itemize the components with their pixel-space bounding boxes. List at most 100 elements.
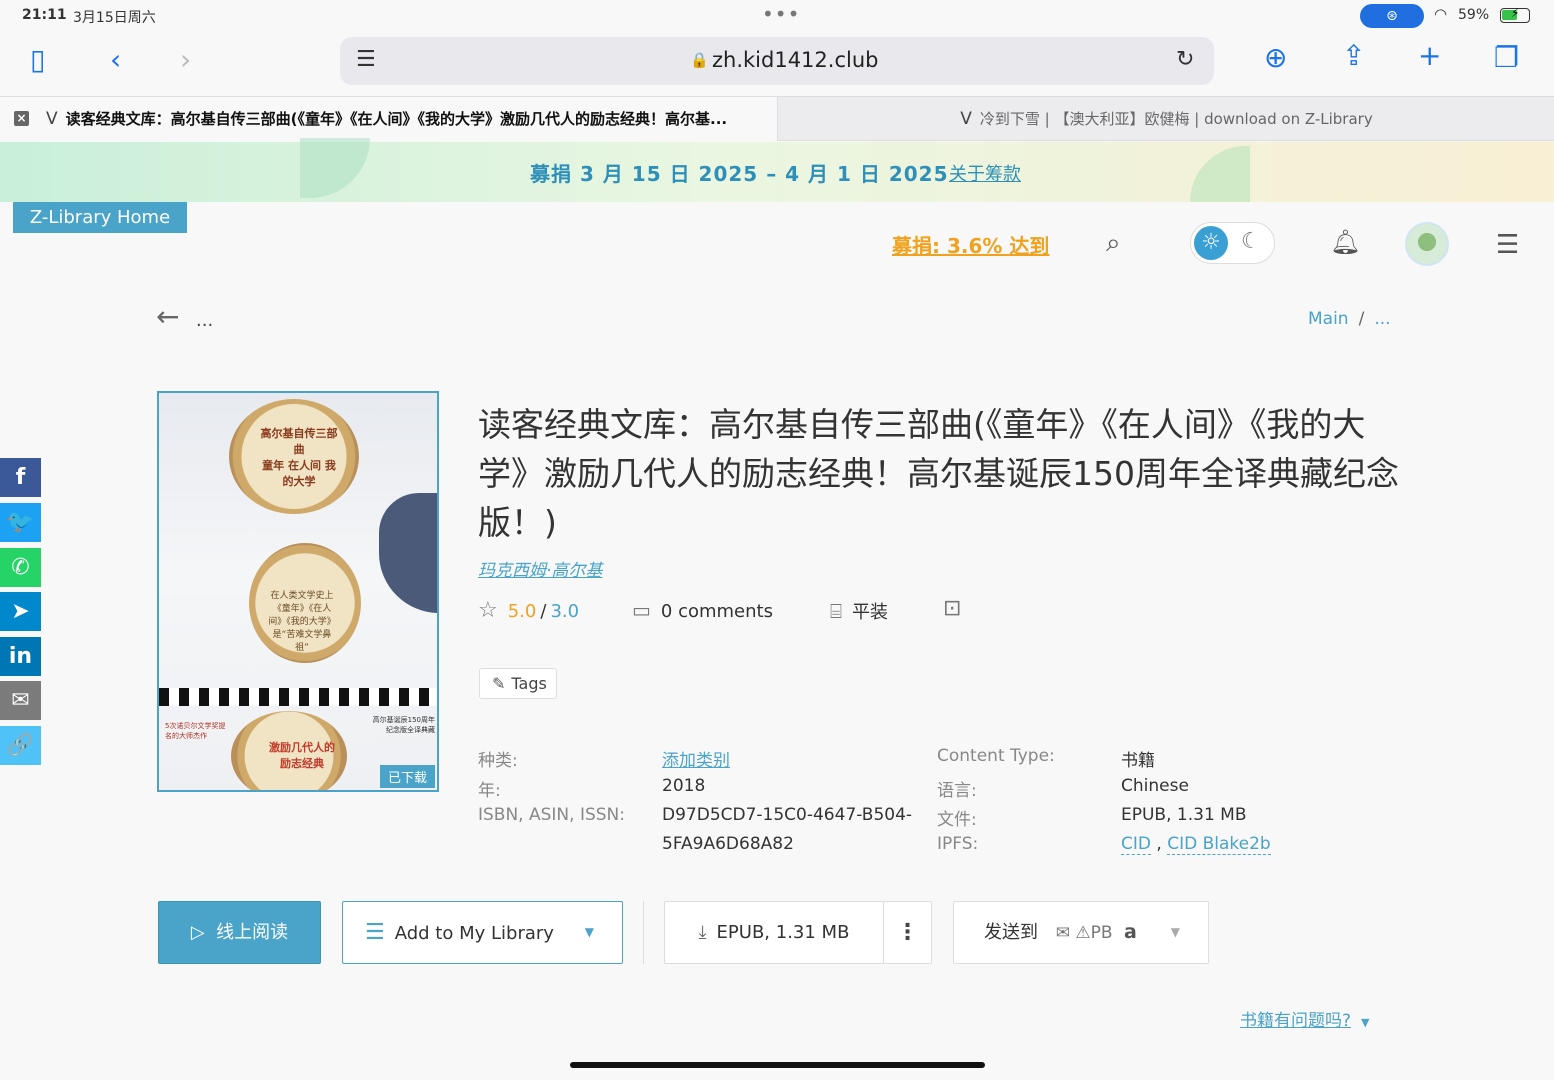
rating[interactable]: ☆ 5.0/3.0 [478, 598, 579, 623]
vpn-indicator-icon: ⊛ [1360, 4, 1424, 28]
library-icon: ☰ [365, 920, 385, 945]
download-label: EPUB, 1.31 MB [716, 922, 850, 943]
tabs-overview-icon[interactable]: ❐ [1494, 44, 1519, 72]
breadcrumb-current[interactable]: ... [1374, 309, 1390, 329]
battery-percentage: 59% [1458, 7, 1490, 23]
about-fundraising-link[interactable]: 关于筹款 [949, 160, 1021, 186]
rating-user: 5.0 [507, 601, 537, 622]
reload-icon[interactable]: ↻ [1176, 47, 1194, 72]
pencil-icon: ✎ [492, 674, 506, 693]
twitter-share-icon[interactable]: 🐦 [0, 503, 41, 542]
read-online-label: 线上阅读 [216, 922, 289, 943]
lock-icon: 🔒 [690, 51, 709, 69]
status-date: 3月15日周六 [73, 10, 156, 26]
ipfs-cid-link[interactable]: CID [1121, 834, 1151, 855]
tab-favicon: V [960, 109, 972, 129]
file-value: EPUB, 1.31 MB [1121, 805, 1247, 825]
cover-bottom-text: 激励几代人的励志经典 [269, 741, 335, 770]
binding-info: ⌸ 平装 [830, 598, 888, 624]
back-label[interactable]: ... [196, 310, 213, 331]
theme-toggle[interactable]: ☼ ☾ [1190, 222, 1275, 264]
add-to-library-button[interactable]: ☰ Add to My Library ▼ [342, 901, 623, 964]
breadcrumb-main[interactable]: Main [1308, 309, 1349, 329]
home-indicator[interactable] [570, 1062, 985, 1068]
pocketbook-icon: ⚠ [1075, 923, 1091, 943]
download-button[interactable]: ⤓ EPUB, 1.31 MB [664, 901, 884, 964]
tab-active[interactable]: × V 读客经典文库：高尔基自传三部曲(《童年》《在人间》《我的大学》激励几代人的… [0, 97, 778, 141]
linkedin-share-icon[interactable]: in [0, 637, 41, 676]
ipfs-blake2b-link[interactable]: CID Blake2b [1167, 834, 1271, 855]
email-icon: ✉ [1055, 923, 1070, 943]
content-type-label: Content Type: [937, 746, 1055, 766]
ipfs-links: CID , CID Blake2b [1121, 834, 1271, 855]
report-problem-link[interactable]: 书籍有问题吗? ▼ [1240, 1006, 1370, 1031]
tags-button[interactable]: ✎ Tags [479, 668, 557, 699]
status-time: 21:11 [22, 7, 67, 23]
whatsapp-share-icon[interactable]: ✆ [0, 548, 41, 587]
ipfs-separator: , [1156, 834, 1162, 854]
facebook-share-icon[interactable]: f [0, 458, 41, 497]
tags-label: Tags [511, 674, 547, 693]
more-options-button[interactable]: ⋮ [883, 901, 932, 964]
donation-dates: 募捐 3 月 15 日 2025 – 4 月 1 日 2025 [530, 162, 949, 186]
chevron-down-icon[interactable]: ▼ [585, 902, 594, 963]
back-arrow-icon[interactable]: ‹ [110, 46, 121, 74]
year-label: 年: [478, 781, 501, 801]
report-problem-label: 书籍有问题吗? [1240, 1011, 1352, 1031]
chevron-down-icon: ▼ [1361, 1016, 1370, 1029]
chevron-down-icon[interactable]: ▼ [1171, 902, 1180, 963]
back-arrow-icon[interactable]: ← [156, 300, 179, 333]
book-cover[interactable]: 高尔基自传三部曲 童年 在人间 我的大学 在人类文学史上《童年》《在人间》《我的大… [157, 391, 439, 792]
zlibrary-home-link[interactable]: Z-Library Home [13, 202, 187, 233]
url-text[interactable]: zh.kid1412.club [712, 48, 878, 72]
comments-link[interactable]: ▭ 0 comments [632, 598, 773, 622]
address-bar[interactable]: ☰ 🔒 zh.kid1412.club ↻ [340, 37, 1214, 85]
add-category-link[interactable]: 添加类别 [662, 746, 730, 771]
forward-arrow-icon[interactable]: › [180, 46, 191, 74]
battery-icon: ⚡ [1500, 6, 1530, 23]
tab-title: 读客经典文库：高尔基自传三部曲(《童年》《在人间》《我的大学》激励几代人的励志经… [65, 110, 728, 128]
moon-icon[interactable]: ☾ [1241, 229, 1261, 254]
copy-link-share-icon[interactable]: 🔗 [0, 726, 41, 765]
author-link[interactable]: 玛克西姆·高尔基 [478, 556, 602, 581]
email-share-icon[interactable]: ✉ [0, 681, 41, 720]
tab-favicon: V [46, 109, 58, 129]
rating-quality: 3.0 [550, 601, 580, 622]
rating-separator: / [540, 601, 547, 622]
close-tab-icon[interactable]: × [14, 111, 29, 126]
sidebar-toggle-icon[interactable]: ▯ [30, 46, 45, 74]
leaf-decoration [1190, 146, 1250, 202]
isbn-label: ISBN, ASIN, ISSN: [478, 805, 625, 825]
sun-icon[interactable]: ☼ [1194, 226, 1228, 260]
downloaded-badge: 已下载 [379, 765, 435, 788]
reader-view-icon[interactable]: ☰ [356, 47, 376, 72]
send-to-button[interactable]: 发送到 ✉ ⚠PB a ▼ [953, 901, 1209, 964]
user-avatar[interactable] [1405, 222, 1449, 266]
pb-label: PB [1090, 923, 1113, 943]
binding-label: 平装 [852, 602, 888, 623]
send-to-label: 发送到 [984, 922, 1038, 943]
share-icon[interactable]: ⇪ [1342, 42, 1365, 70]
hamburger-menu-icon[interactable]: ☰ [1496, 230, 1519, 260]
language-value: Chinese [1121, 776, 1189, 796]
multitask-dots-icon[interactable]: ••• [762, 2, 800, 26]
downloads-icon[interactable]: ⊕ [1264, 44, 1287, 72]
star-icon[interactable]: ☆ [478, 598, 498, 623]
cover-figure [379, 493, 437, 613]
cover-mid-text: 在人类文学史上《童年》《在人间》《我的大学》是“苦难文学鼻祖” [268, 591, 336, 653]
archive-icon[interactable]: ⊡ [943, 596, 961, 621]
play-icon: ▷ [190, 922, 205, 943]
file-label: 文件: [937, 810, 977, 830]
donation-progress-link[interactable]: 募捐: 3.6% 达到 [892, 230, 1049, 259]
isbn-value-line1: D97D5CD7-15C0-4647-B504- [662, 805, 913, 825]
tab-inactive[interactable]: V 冷到下雪 | 【澳大利亚】欧健梅 | download on Z-Librar… [779, 97, 1554, 141]
search-icon[interactable]: ⌕ [1106, 228, 1121, 259]
notifications-bell-icon[interactable]: 🔔︎ [1330, 228, 1360, 256]
content-type-value: 书籍 [1121, 751, 1155, 771]
book-format-icon: ⌸ [830, 599, 842, 623]
new-tab-icon[interactable]: + [1418, 42, 1441, 70]
isbn-value-line2: 5FA9A6D68A82 [662, 834, 794, 854]
telegram-share-icon[interactable]: ➤ [0, 592, 41, 631]
read-online-button[interactable]: ▷ 线上阅读 [158, 901, 321, 964]
wifi-icon: ◠ [1434, 5, 1448, 23]
